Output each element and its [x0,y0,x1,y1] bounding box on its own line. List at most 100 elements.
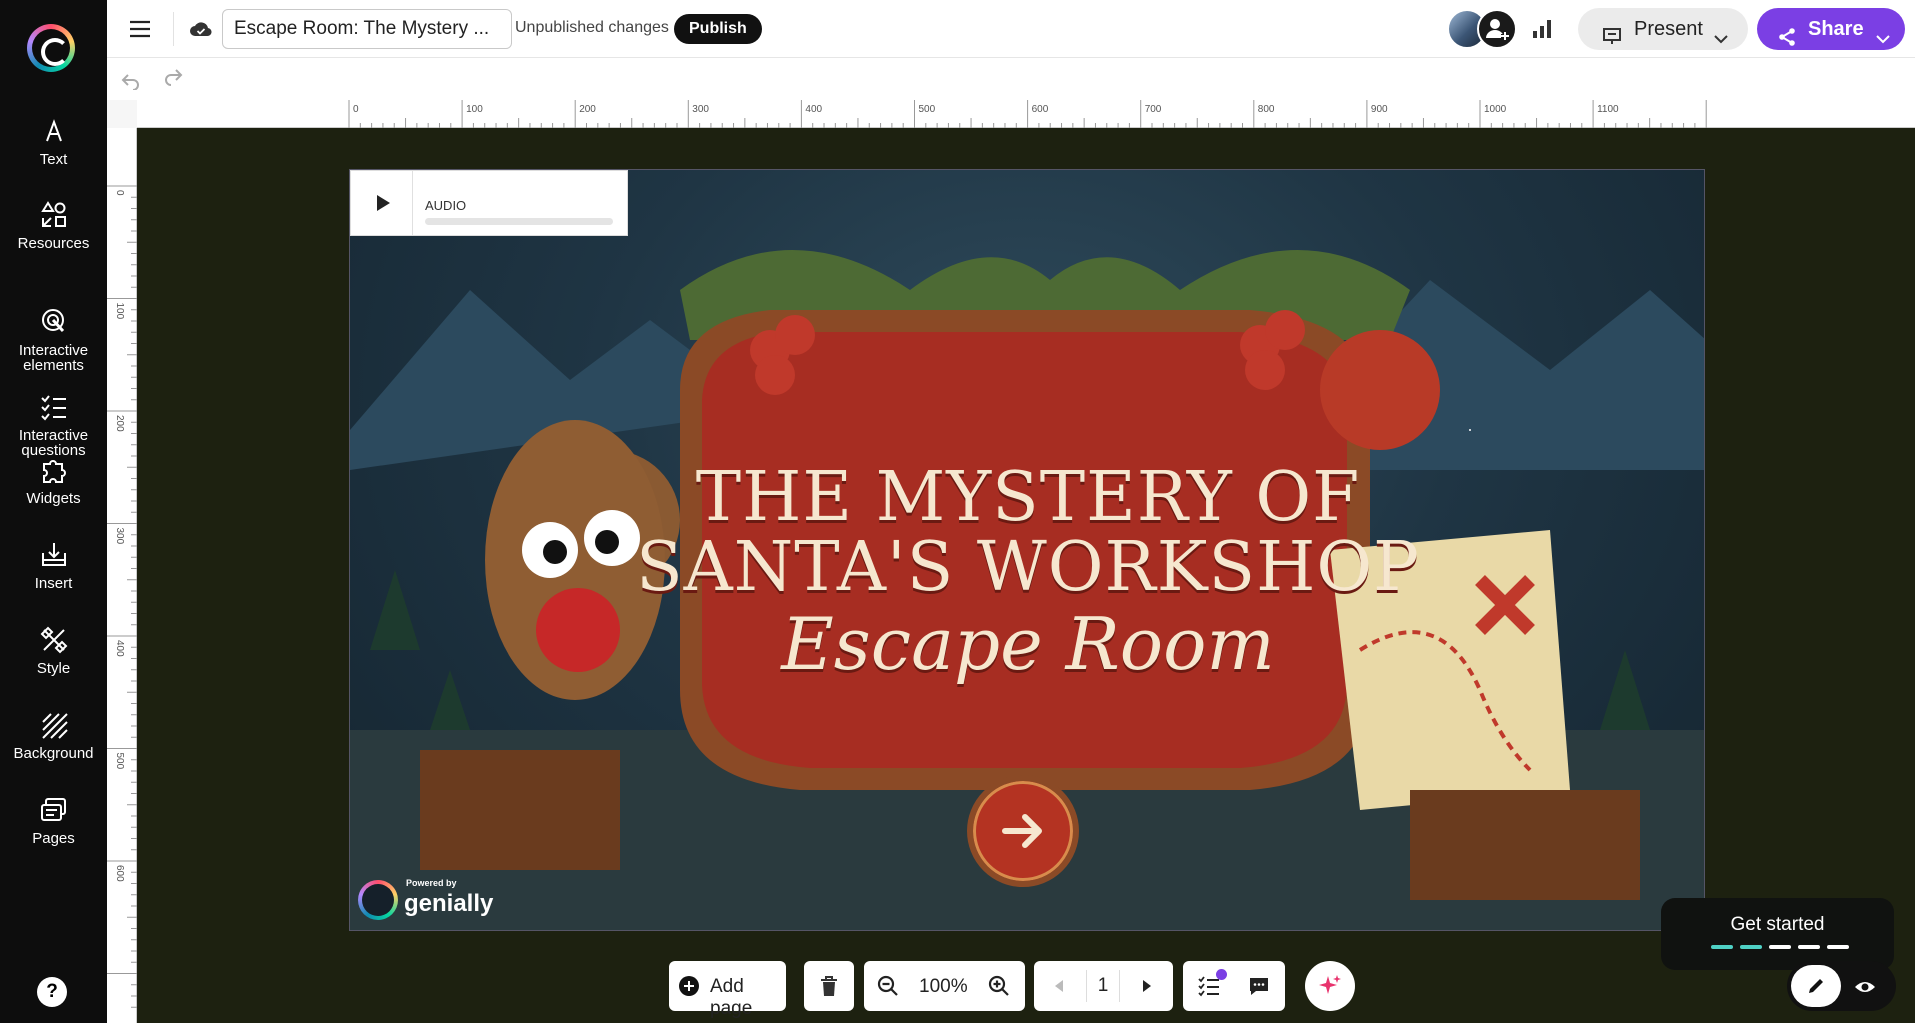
sidebar-item-widgets[interactable]: Widgets [0,455,107,506]
ruler-label: 200 [114,415,125,432]
sidebar-item-resources[interactable]: Resources [0,200,107,251]
stats-icon[interactable] [1530,17,1554,41]
progress-segment [1711,945,1733,949]
ruler-label: 0 [114,190,125,196]
genially-logo[interactable] [27,24,75,72]
notification-dot [1216,969,1227,980]
history-bar [107,58,1915,100]
play-icon[interactable] [351,171,413,235]
page-navigator: 1 [1034,961,1173,1011]
share-icon [1777,20,1797,46]
ruler-label: 200 [579,104,596,115]
sidebar-item-label: Style [36,660,71,677]
shapes-icon [39,200,69,230]
background-icon [39,710,69,740]
help-button[interactable]: ? [37,977,67,1007]
edit-preview-toggle [1787,961,1896,1011]
puzzle-icon [39,455,69,485]
next-page-icon[interactable] [1138,977,1156,995]
page-number-input[interactable]: 1 [1086,970,1120,1002]
chevron-down-icon [1874,21,1892,44]
top-bar: Escape Room: The Mystery ... Unpublished… [107,0,1915,58]
progress-segment [1769,945,1791,949]
vertical-ruler: 0 100 200 300 400 500 600 [107,128,137,1023]
progress-segment [1740,945,1762,949]
zoom-level[interactable]: 100% [919,976,968,998]
sidebar-item-style[interactable]: Style [0,625,107,676]
slide-subtitle[interactable]: Escape Room [350,602,1704,686]
checklist-icon [39,377,69,421]
presentation-icon [1602,19,1622,44]
left-sidebar: Text Resources Interactive elements Inte… [0,0,107,1023]
unpublished-status: Unpublished changes [515,19,669,36]
ruler-label: 600 [1032,104,1049,115]
sidebar-item-label: Widgets [26,490,81,507]
sidebar-item-interactive-elements[interactable]: Interactive elements [0,277,107,373]
undo-icon[interactable] [119,68,141,91]
brand-name: genially [404,890,494,917]
redo-icon[interactable] [163,68,185,90]
publish-button[interactable]: Publish [674,14,762,44]
powered-by-text: Powered by [406,878,457,888]
share-label: Share [1808,18,1864,40]
add-page-label: Add page [710,976,753,1019]
add-page-button[interactable]: Add page [669,961,786,1019]
previous-page-icon[interactable] [1050,977,1068,995]
chevron-down-icon [1712,21,1730,44]
style-icon [39,625,69,655]
sidebar-item-background[interactable]: Background [0,710,107,761]
ruler-label: 0 [353,104,359,115]
ruler-label: 700 [1145,104,1162,115]
edit-mode-button[interactable] [1791,965,1841,1007]
ruler-label: 1000 [1484,104,1507,115]
add-collaborator-icon[interactable] [1477,9,1517,49]
ruler-corner [107,100,137,128]
zoom-out-icon[interactable] [876,974,900,998]
powered-by-badge: Powered by genially [358,878,498,924]
audio-progress-bar[interactable] [425,218,613,225]
share-button[interactable]: Share [1757,8,1905,50]
touch-icon [39,292,69,333]
ruler-label: 100 [114,303,125,320]
ruler-label: 400 [805,104,822,115]
sidebar-item-insert[interactable]: Insert [0,540,107,591]
delete-page-button[interactable] [804,961,854,1011]
ruler-label: 900 [1371,104,1388,115]
audio-label: AUDIO [425,198,467,213]
present-button[interactable]: Present [1578,8,1748,50]
ai-assistant-button[interactable] [1305,961,1355,1011]
hamburger-menu-icon[interactable] [127,16,153,42]
sidebar-item-pages[interactable]: Pages [0,795,107,846]
slide-title-line-2[interactable]: SANTA'S WORKSHOP [350,528,1704,607]
plus-circle-icon [679,976,699,996]
insert-icon [39,540,69,570]
project-title-input[interactable]: Escape Room: The Mystery ... [222,9,512,49]
sidebar-item-label: Pages [32,830,75,847]
slide[interactable]: AUDIO THE MYSTERY OF SANTA'S WORKSHOP Es… [349,169,1705,931]
ruler-label: 600 [114,865,125,882]
sidebar-item-label: Text [39,151,68,168]
sidebar-item-label: Background [13,745,94,762]
slide-next-arrow-button[interactable] [967,775,1079,887]
collaborators[interactable] [1447,9,1519,49]
ruler-label: 100 [466,104,483,115]
ruler-label: 300 [692,104,709,115]
ruler-label: 300 [114,528,125,545]
ruler-label: 500 [114,753,125,770]
comments-icon[interactable] [1247,974,1271,998]
audio-player[interactable]: AUDIO [350,170,628,236]
get-started-label: Get started [1730,914,1825,935]
zoom-in-icon[interactable] [987,974,1011,998]
sidebar-item-interactive-questions[interactable]: Interactive questions [0,362,107,458]
progress-segment [1827,945,1849,949]
slide-title-line-1[interactable]: THE MYSTERY OF [350,458,1704,537]
progress-segment [1798,945,1820,949]
ruler-label: 500 [919,104,936,115]
ruler-label: 400 [114,640,125,657]
sidebar-item-text[interactable]: Text [0,116,107,167]
preview-eye-icon[interactable] [1854,976,1876,998]
present-label: Present [1634,18,1703,40]
get-started-panel[interactable]: Get started [1661,898,1894,970]
text-icon [39,116,69,146]
sidebar-item-label: Resources [17,235,90,252]
